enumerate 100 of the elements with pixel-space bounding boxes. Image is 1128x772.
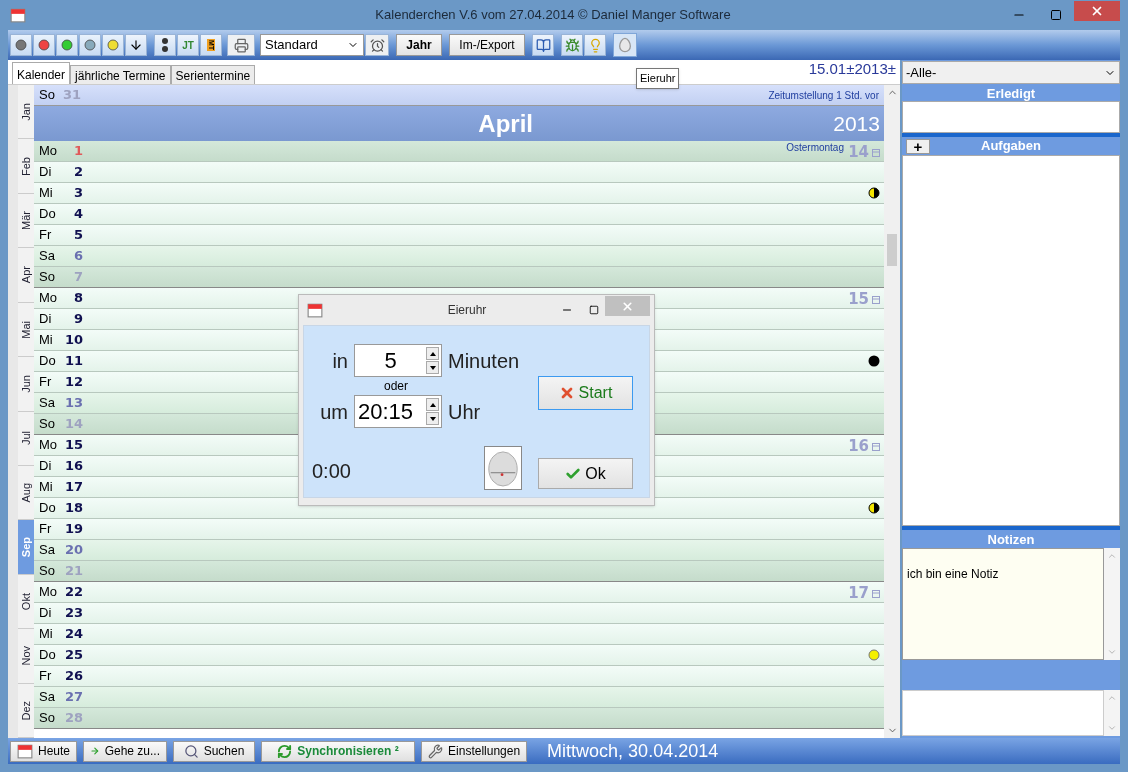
scrollbar[interactable] (884, 85, 900, 738)
day-number: 4 (72, 205, 83, 224)
minutes-unit: Minuten (448, 348, 520, 374)
window-title: Kalenderchen V.6 vom 27.04.2014 © Daniel Manger Software (374, 6, 732, 25)
day-number: 25 (63, 646, 83, 665)
triangle-up-icon (429, 351, 436, 356)
triangle-down-icon (429, 416, 436, 421)
day-number: 15 (63, 436, 83, 455)
bottom-button[interactable]: Gehe zu... (83, 740, 168, 762)
year-label: 2013 (833, 110, 880, 137)
spin-up-button[interactable] (426, 398, 439, 411)
at-label: um (319, 399, 348, 425)
day-name: Do (39, 352, 57, 371)
day-name: Di (39, 310, 53, 329)
day-name: Fr (39, 667, 53, 686)
day-note: Zeitumstellung 1 Std. vor (768, 88, 879, 103)
ok-button[interactable]: Ok (538, 458, 633, 489)
notes-header: Notizen (986, 531, 1036, 548)
day-name: Mi (39, 331, 54, 350)
maximize-icon[interactable] (1050, 9, 1062, 21)
spin-down-button[interactable] (426, 412, 439, 425)
scroll-thumb[interactable] (887, 234, 897, 266)
filter-select[interactable]: -Alle- (902, 61, 1120, 84)
note-area[interactable]: ich bin eine Notiz (902, 548, 1104, 660)
wrench-icon (428, 743, 444, 759)
day-name: Fr (39, 520, 53, 539)
printer-icon (233, 37, 249, 53)
minutes-field[interactable]: 5 (354, 344, 442, 377)
day-number: 11 (63, 352, 83, 371)
day-number: 10 (63, 331, 83, 350)
close-icon (1090, 4, 1104, 18)
tab[interactable]: jährliche Termine (70, 65, 171, 84)
day-name: Sa (39, 394, 56, 413)
view-select[interactable]: Standard (260, 34, 364, 56)
refresh-icon (277, 743, 293, 759)
day-number: 5 (72, 226, 83, 245)
bug-icon[interactable] (561, 34, 583, 56)
search-icon (183, 743, 199, 759)
tooltip: Eieruhr (636, 68, 680, 89)
day-name: Mi (39, 184, 54, 203)
day-name: Mo (39, 289, 59, 308)
holiday-note: Ostermontag (786, 141, 844, 155)
day-number: 8 (72, 289, 83, 308)
calendar-icon (307, 302, 323, 318)
day-name: Di (39, 163, 53, 182)
day-name: Mi (39, 625, 54, 644)
alarm-clock-button[interactable] (365, 34, 389, 56)
remaining-time: 0:00 (312, 459, 351, 484)
day-name: Mo (39, 436, 59, 455)
arrow-down-icon[interactable] (125, 34, 147, 56)
bottom-button[interactable]: Synchronisieren ² (261, 740, 416, 762)
day-number: 12 (63, 373, 83, 392)
printer-button[interactable] (227, 34, 255, 56)
egg-timer-button[interactable] (613, 33, 637, 57)
bottom-button[interactable]: Suchen (173, 740, 256, 762)
time-field[interactable]: 20:15 (354, 395, 442, 428)
day-number: 9 (72, 310, 83, 329)
toolbar-button[interactable]: Im-/Export (449, 34, 525, 56)
week-icon (872, 589, 880, 598)
dialog-title: Eieruhr (446, 302, 488, 319)
book-icon[interactable] (532, 34, 554, 56)
week-icon (872, 295, 880, 304)
bottom-button[interactable]: Heute (10, 740, 78, 762)
date-code: 15.01±2013± (808, 58, 896, 79)
day-name: So (39, 268, 56, 287)
calendar-icon (10, 7, 26, 23)
tab[interactable]: Kalender (12, 62, 71, 84)
tab[interactable]: Serientermine (170, 65, 256, 84)
day-number: 28 (63, 709, 83, 728)
day-number: 17 (63, 478, 83, 497)
bottom-button[interactable]: Einstellungen (421, 740, 528, 762)
start-button[interactable]: Start (538, 376, 633, 410)
day-name: Sa (39, 688, 56, 707)
day-name: Mo (39, 583, 59, 602)
done-header: Erledigt (985, 85, 1037, 101)
day-number: 14 (63, 415, 83, 434)
spin-down-button[interactable] (426, 361, 439, 374)
close-icon (621, 299, 634, 313)
tasks-header: Aufgaben (980, 137, 1042, 156)
alarm-clock-icon (369, 37, 385, 53)
day-name: Mo (39, 142, 59, 161)
day-number: 13 (63, 394, 83, 413)
week-icon (872, 442, 880, 451)
day-number: 22 (63, 583, 83, 602)
maximize-icon[interactable] (589, 305, 599, 315)
in-label: in (331, 348, 348, 374)
day-number: 1 (72, 142, 83, 161)
two-dots-icon[interactable] (154, 34, 176, 56)
jt-button[interactable]: JT (177, 34, 199, 56)
current-date: Mittwoch, 30.04.2014 (547, 739, 719, 763)
add-task-button[interactable]: + (906, 138, 930, 154)
close-button[interactable] (1074, 1, 1120, 21)
day-number: 20 (63, 541, 83, 560)
day-name: Fr (39, 373, 53, 392)
day-name: Do (39, 499, 57, 518)
spin-up-button[interactable] (426, 347, 439, 360)
egg-timer-drawing (484, 446, 522, 490)
day-name: Di (39, 604, 53, 623)
day-number: 6 (72, 247, 83, 266)
toolbar-button[interactable]: Jahr (396, 34, 442, 56)
